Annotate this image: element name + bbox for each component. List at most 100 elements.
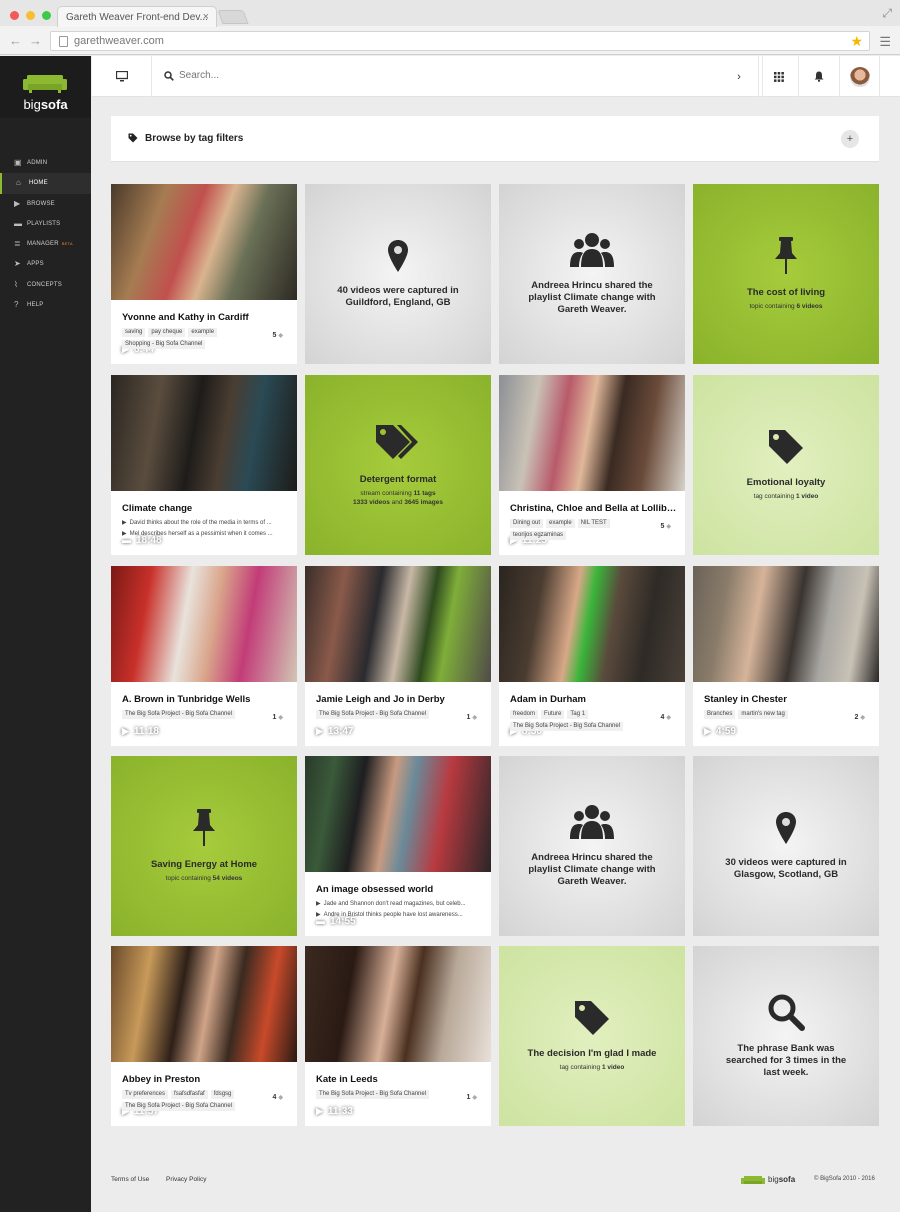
tag-tile[interactable]: The decision I'm glad I made tag contain… (499, 946, 685, 1126)
video-title[interactable]: Jamie Leigh and Jo in Derby (316, 694, 484, 705)
bookmark-star-icon[interactable]: ★ (850, 33, 863, 50)
video-card[interactable]: ▶ 11:25 Christina, Chloe and Bella at Lol… (499, 375, 685, 555)
video-thumbnail[interactable] (499, 375, 685, 491)
tab-close-icon[interactable]: × (203, 11, 209, 23)
playlist-item[interactable]: ▶ Andre in Bristol thinks people have los… (316, 911, 486, 918)
video-card[interactable]: ▶ 8:30 Adam in Durham freedom Future Tag 1T… (499, 566, 685, 746)
video-camera-icon: ▶ (704, 726, 711, 736)
playlist-card[interactable]: ▬ 14:55 An image obsessed world ▶ Jade and… (305, 756, 491, 936)
video-card[interactable]: ▶ 11:57 Abbey in Preston Tv preferences fs… (111, 946, 297, 1126)
browser-tab[interactable]: Gareth Weaver Front-end Dev... × (57, 6, 217, 27)
video-thumbnail[interactable] (111, 375, 297, 491)
topic-tile[interactable]: Saving Energy at Home topic containing 5… (111, 756, 297, 936)
address-bar[interactable]: garethweaver.com ★ (50, 31, 870, 51)
back-icon[interactable]: ← (9, 33, 22, 48)
footer-logo[interactable]: bigsofa (741, 1175, 795, 1185)
apps-grid-button[interactable] (758, 56, 799, 97)
browser-menu-icon[interactable]: ☰ (879, 34, 891, 50)
topic-tile[interactable]: The cost of living topic containing 6 vi… (693, 184, 879, 364)
video-card[interactable]: ▶ 11:18 A. Brown in Tunbridge Wells The B… (111, 566, 297, 746)
playlist-item[interactable]: ▶ Jade and Shannon don't read magazines, … (316, 900, 486, 907)
minimize-window-button[interactable] (26, 11, 35, 20)
video-thumbnail[interactable] (111, 566, 297, 682)
tag-chip[interactable]: The Big Sofa Project - Big Sofa Channel (122, 710, 236, 719)
tag-chip[interactable]: Tv preferences (122, 1090, 169, 1099)
tag-chip[interactable]: Shopping - Big Sofa Channel (122, 340, 206, 349)
map-pin-icon (388, 240, 408, 272)
add-filter-button[interactable]: + (841, 130, 859, 148)
tag-chip[interactable]: pay cheque (148, 328, 186, 337)
sidebar-item-playlists[interactable]: ▬ Playlists (0, 214, 91, 234)
tag-chip[interactable]: fsafsdfasfaf (171, 1090, 208, 1099)
playlist-items: ▶ Jade and Shannon don't read magazines, … (316, 900, 486, 922)
close-window-button[interactable] (10, 11, 19, 20)
tag-chip[interactable]: example (546, 519, 575, 528)
playlist-card[interactable]: ▬ 18:48 Climate change ▶ David thinks abou… (111, 375, 297, 555)
tag-chip[interactable]: freedom (510, 710, 539, 719)
privacy-link[interactable]: Privacy Policy (166, 1176, 206, 1183)
maximize-window-button[interactable] (42, 11, 51, 20)
tag-chip[interactable]: The Big Sofa Project - Big Sofa Channel (510, 722, 624, 731)
video-thumbnail[interactable] (693, 566, 879, 682)
search-go-button[interactable]: › (716, 56, 763, 97)
tag-chip[interactable]: The Big Sofa Project - Big Sofa Channel (122, 1102, 236, 1111)
tag-chip[interactable]: Future (541, 710, 565, 719)
video-thumbnail[interactable] (305, 756, 491, 872)
new-tab-button[interactable] (217, 10, 249, 24)
sidebar-item-home[interactable]: ⌂ Home (0, 173, 91, 194)
playlist-title[interactable]: Climate change (122, 503, 290, 514)
video-card[interactable]: ▶ 4:59 Stanley in Chester Branches martin'… (693, 566, 879, 746)
user-avatar-button[interactable] (840, 56, 880, 97)
search-stat-tile[interactable]: The phrase Bank was searched for 3 times… (693, 946, 879, 1126)
search-input[interactable] (179, 70, 479, 81)
video-thumbnail[interactable] (305, 946, 491, 1062)
shared-playlist-tile[interactable]: Andreea Hrincu shared the playlist Clima… (499, 184, 685, 364)
tag-chip[interactable]: Dining out (510, 519, 544, 528)
tag-filter-bar[interactable]: Browse by tag filters + (111, 116, 879, 162)
tag-chip[interactable]: fdsgsg (210, 1090, 235, 1099)
playlist-title[interactable]: An image obsessed world (316, 884, 484, 895)
video-title[interactable]: Yvonne and Kathy in Cardiff (122, 312, 290, 323)
tag-chip[interactable]: NIL TEST (577, 519, 610, 528)
video-thumbnail[interactable] (499, 566, 685, 682)
tag-tile[interactable]: Emotional loyalty tag containing 1 video (693, 375, 879, 555)
tag-chip[interactable]: example (188, 328, 218, 337)
video-card[interactable]: ▶ 6:44 Yvonne and Kathy in Cardiff saving… (111, 184, 297, 364)
video-title[interactable]: A. Brown in Tunbridge Wells (122, 694, 290, 705)
stream-tile[interactable]: Detergent format stream containing 11 ta… (305, 375, 491, 555)
location-tile[interactable]: 40 videos were captured in Guildford, En… (305, 184, 491, 364)
sidebar-item-concepts[interactable]: ⌇ Concepts (0, 275, 91, 295)
monitor-button[interactable] (92, 56, 152, 97)
video-thumbnail[interactable] (111, 946, 297, 1062)
shared-playlist-tile[interactable]: Andreea Hrincu shared the playlist Clima… (499, 756, 685, 936)
video-title[interactable]: Christina, Chloe and Bella at Lollibo... (510, 503, 678, 514)
video-thumbnail[interactable] (305, 566, 491, 682)
video-title[interactable]: Adam in Durham (510, 694, 678, 705)
video-title[interactable]: Stanley in Chester (704, 694, 872, 705)
video-card[interactable]: ▶ 13:47 Jamie Leigh and Jo in Derby The B… (305, 566, 491, 746)
video-title[interactable]: Abbey in Preston (122, 1074, 290, 1085)
sidebar-item-manager[interactable]: ≣ Manager BETA (0, 234, 91, 254)
sidebar-item-help[interactable]: ? Help (0, 295, 91, 315)
tag-chip[interactable]: The Big Sofa Project - Big Sofa Channel (316, 1090, 430, 1099)
tag-chip[interactable]: saving (122, 328, 146, 337)
terms-link[interactable]: Terms of Use (111, 1176, 149, 1183)
tag-chip[interactable]: teorijos egzaminas (510, 531, 567, 540)
sidebar-item-browse[interactable]: ▶ Browse (0, 194, 91, 214)
sidebar-item-admin[interactable]: ▣ Admin (0, 153, 91, 173)
location-tile[interactable]: 30 videos were captured in Glasgow, Scot… (693, 756, 879, 936)
video-thumbnail[interactable] (111, 184, 297, 300)
app-logo[interactable]: bigsofa (0, 56, 91, 118)
playlist-item[interactable]: ▶ Mel describes herself as a pessimist wh… (122, 530, 292, 537)
video-title[interactable]: Kate in Leeds (316, 1074, 484, 1085)
sidebar-item-apps[interactable]: ➤ Apps (0, 254, 91, 274)
video-card[interactable]: ▶ 11:33 Kate in Leeds The Big Sofa Projec… (305, 946, 491, 1126)
forward-icon[interactable]: → (29, 33, 42, 48)
tag-chip[interactable]: Branches (704, 710, 736, 719)
tag-chip[interactable]: The Big Sofa Project - Big Sofa Channel (316, 710, 430, 719)
notifications-button[interactable] (799, 56, 840, 97)
tag-chip[interactable]: martin's new tag (738, 710, 788, 719)
playlist-item[interactable]: ▶ David thinks about the role of the medi… (122, 519, 292, 526)
tag-chip[interactable]: Tag 1 (567, 710, 589, 719)
fullscreen-icon[interactable]: ⤢ (882, 6, 892, 21)
